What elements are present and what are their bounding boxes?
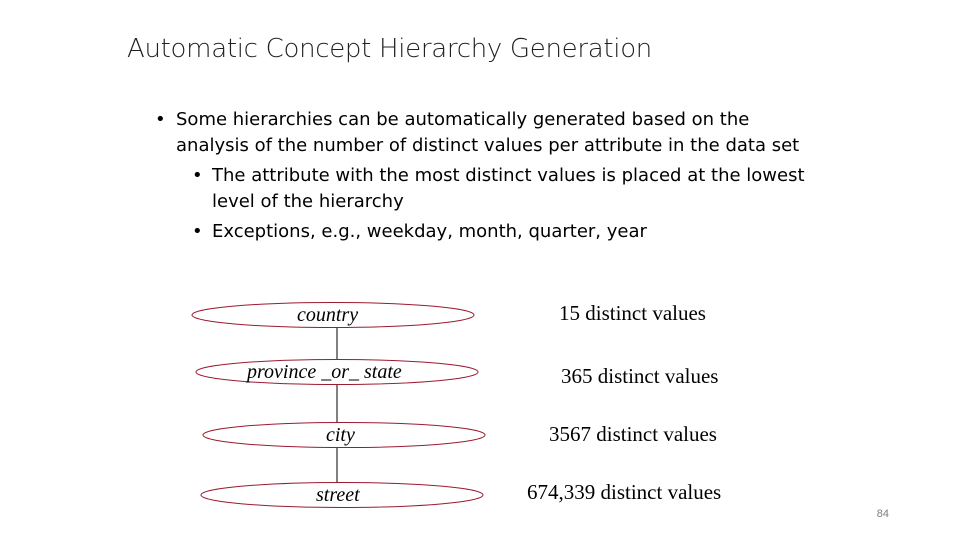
country-label: country [297, 304, 359, 326]
hierarchy-diagram [191, 302, 486, 508]
province-or-state-count: 365 distinct values [561, 364, 719, 388]
street-label: street [316, 484, 360, 506]
street-count: 674,339 distinct values [527, 480, 722, 504]
country-count: 15 distinct values [559, 301, 706, 325]
city-count: 3567 distinct values [549, 422, 717, 446]
province-or-state-label: province _or_ state [247, 361, 402, 383]
city-label: city [326, 424, 355, 446]
page-number: 84 [876, 508, 889, 520]
